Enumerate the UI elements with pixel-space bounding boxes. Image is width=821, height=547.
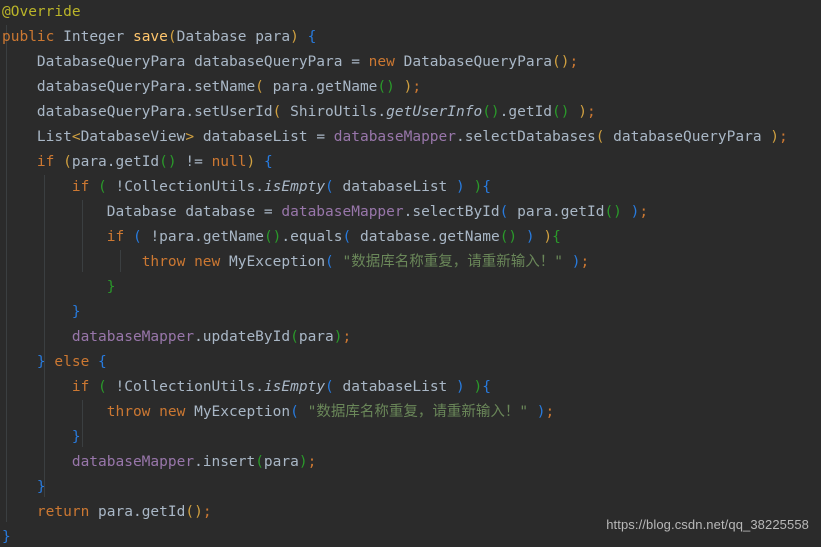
code-line-11: throw new MyException( "数据库名称重复，请重新输入！" …	[141, 254, 590, 270]
code-line-20: }	[36, 479, 46, 495]
code-line-8: if ( !CollectionUtils.isEmpty( databaseL…	[71, 179, 491, 195]
string-literal-duplicate-name: "数据库名称重复，请重新输入！"	[342, 254, 563, 270]
string-literal-duplicate-name-2: "数据库名称重复，请重新输入！"	[307, 404, 529, 420]
code-line-13: }	[71, 304, 81, 320]
code-line-9: Database database = databaseMapper.selec…	[106, 204, 649, 220]
code-line-1: @Override	[0, 0, 821, 25]
code-line-14: databaseMapper.updateById(para);	[71, 329, 352, 345]
code-line-4: databaseQueryPara.setName( para.getName(…	[36, 79, 422, 95]
code-line-15: } else {	[36, 354, 107, 370]
code-line-10: if ( !para.getName().equals( database.ge…	[106, 229, 561, 245]
code-editor[interactable]: @Override public Integer save(Database p…	[0, 0, 821, 547]
code-line-3: DatabaseQueryPara databaseQueryPara = ne…	[36, 54, 579, 70]
code-lines: @Override public Integer save(Database p…	[0, 0, 821, 547]
code-line-16: if ( !CollectionUtils.isEmpty( databaseL…	[71, 379, 491, 395]
code-line-17: throw new MyException( "数据库名称重复，请重新输入！" …	[106, 404, 555, 420]
watermark-url: https://blog.csdn.net/qq_38225558	[606, 517, 809, 532]
code-line-6: List<DatabaseView> databaseList = databa…	[36, 129, 788, 145]
code-line-7: if (para.getId() != null) {	[36, 154, 273, 170]
code-line-18: }	[71, 429, 81, 445]
code-line-5: databaseQueryPara.setUserId( ShiroUtils.…	[36, 104, 596, 120]
code-line-12: }	[106, 279, 116, 295]
code-line-19: databaseMapper.insert(para);	[71, 454, 317, 470]
annotation-override: @Override	[2, 4, 81, 20]
code-line-2: public Integer save(Database para) {	[2, 29, 317, 45]
